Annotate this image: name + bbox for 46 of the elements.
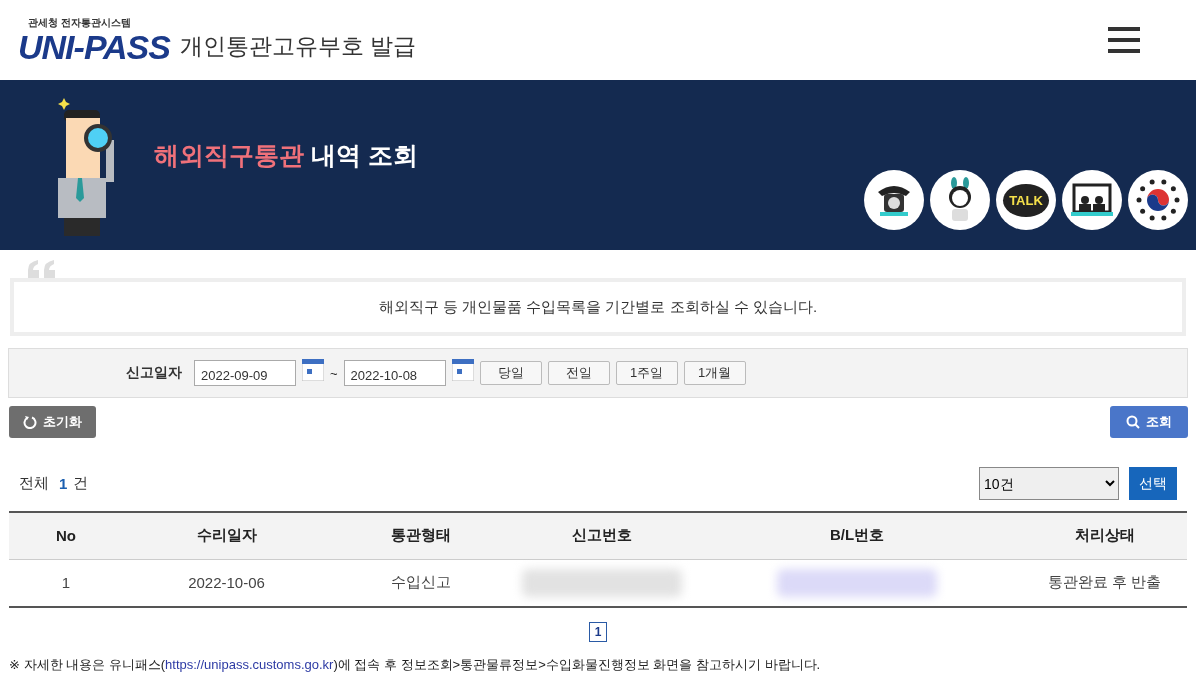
talk-chat-icon: TALK: [1003, 183, 1049, 217]
quick-link-button[interactable]: [864, 170, 924, 230]
column-header: 신고번호: [512, 512, 692, 559]
menu-icon[interactable]: [1108, 27, 1140, 53]
unipass-link[interactable]: https://unipass.customs.go.kr: [165, 657, 334, 672]
table-cell: 통관완료 후 반출: [1022, 559, 1187, 607]
quick-link-button[interactable]: [1062, 170, 1122, 230]
footnote-text: ※ 자세한 내용은 유니패스(https://unipass.customs.go.kr)에 접속 후 정보조회>통관물류정보>수입화물진행정보 화면을 참고하시기 바랍니다.: [9, 656, 822, 674]
calendar-icon[interactable]: [451, 359, 474, 381]
notice-text: 해외직구 등 개인물품 수입목록을 기간별로 조회하실 수 있습니다.: [378, 297, 818, 317]
page-title: 개인통관고유부호 발급: [179, 32, 417, 61]
total-label: 전체: [19, 474, 49, 493]
period-button[interactable]: 1주일: [615, 361, 678, 385]
video-call-icon: [1070, 182, 1114, 218]
total-count: 1: [59, 475, 68, 492]
banner-title: 해외직구통관 내역 조회: [154, 139, 418, 171]
reset-button[interactable]: 초기화: [9, 406, 96, 438]
logo-caption: 관세청 전자통관시스템: [28, 16, 132, 30]
column-header: 수리일자: [123, 512, 330, 559]
table-cell: 수입신고: [330, 559, 512, 607]
apply-button[interactable]: 선택: [1129, 467, 1177, 500]
emblem-icon: [1135, 177, 1181, 223]
page-size-select[interactable]: 10건: [979, 467, 1119, 500]
column-header: 처리상태: [1022, 512, 1187, 559]
period-button[interactable]: 1개월: [683, 361, 746, 385]
range-separator: ~: [330, 365, 338, 381]
period-button[interactable]: 당일: [479, 361, 542, 385]
count-unit: 건: [73, 474, 89, 493]
refresh-icon: [23, 415, 37, 429]
date-field[interactable]: 2022-09-09: [194, 360, 296, 386]
table-cell: 2022-10-06: [123, 559, 330, 607]
search-icon: [1126, 415, 1140, 429]
quick-link-button[interactable]: [1128, 170, 1188, 230]
page-button[interactable]: 1: [589, 622, 607, 642]
calendar-icon[interactable]: [302, 359, 324, 381]
quick-link-button[interactable]: [930, 170, 990, 230]
quick-link-button[interactable]: TALK: [996, 170, 1056, 230]
period-button[interactable]: 전일: [547, 361, 610, 385]
column-header: B/L번호: [692, 512, 1022, 559]
date-label: 신고일자: [126, 364, 182, 382]
column-header: 통관형태: [330, 512, 512, 559]
search-button[interactable]: 조회: [1110, 406, 1188, 438]
date-field[interactable]: 2022-10-08: [343, 360, 446, 386]
table-cell: 1: [9, 559, 123, 607]
logo[interactable]: UNI-PASS: [18, 30, 170, 64]
column-header: No: [9, 512, 123, 559]
